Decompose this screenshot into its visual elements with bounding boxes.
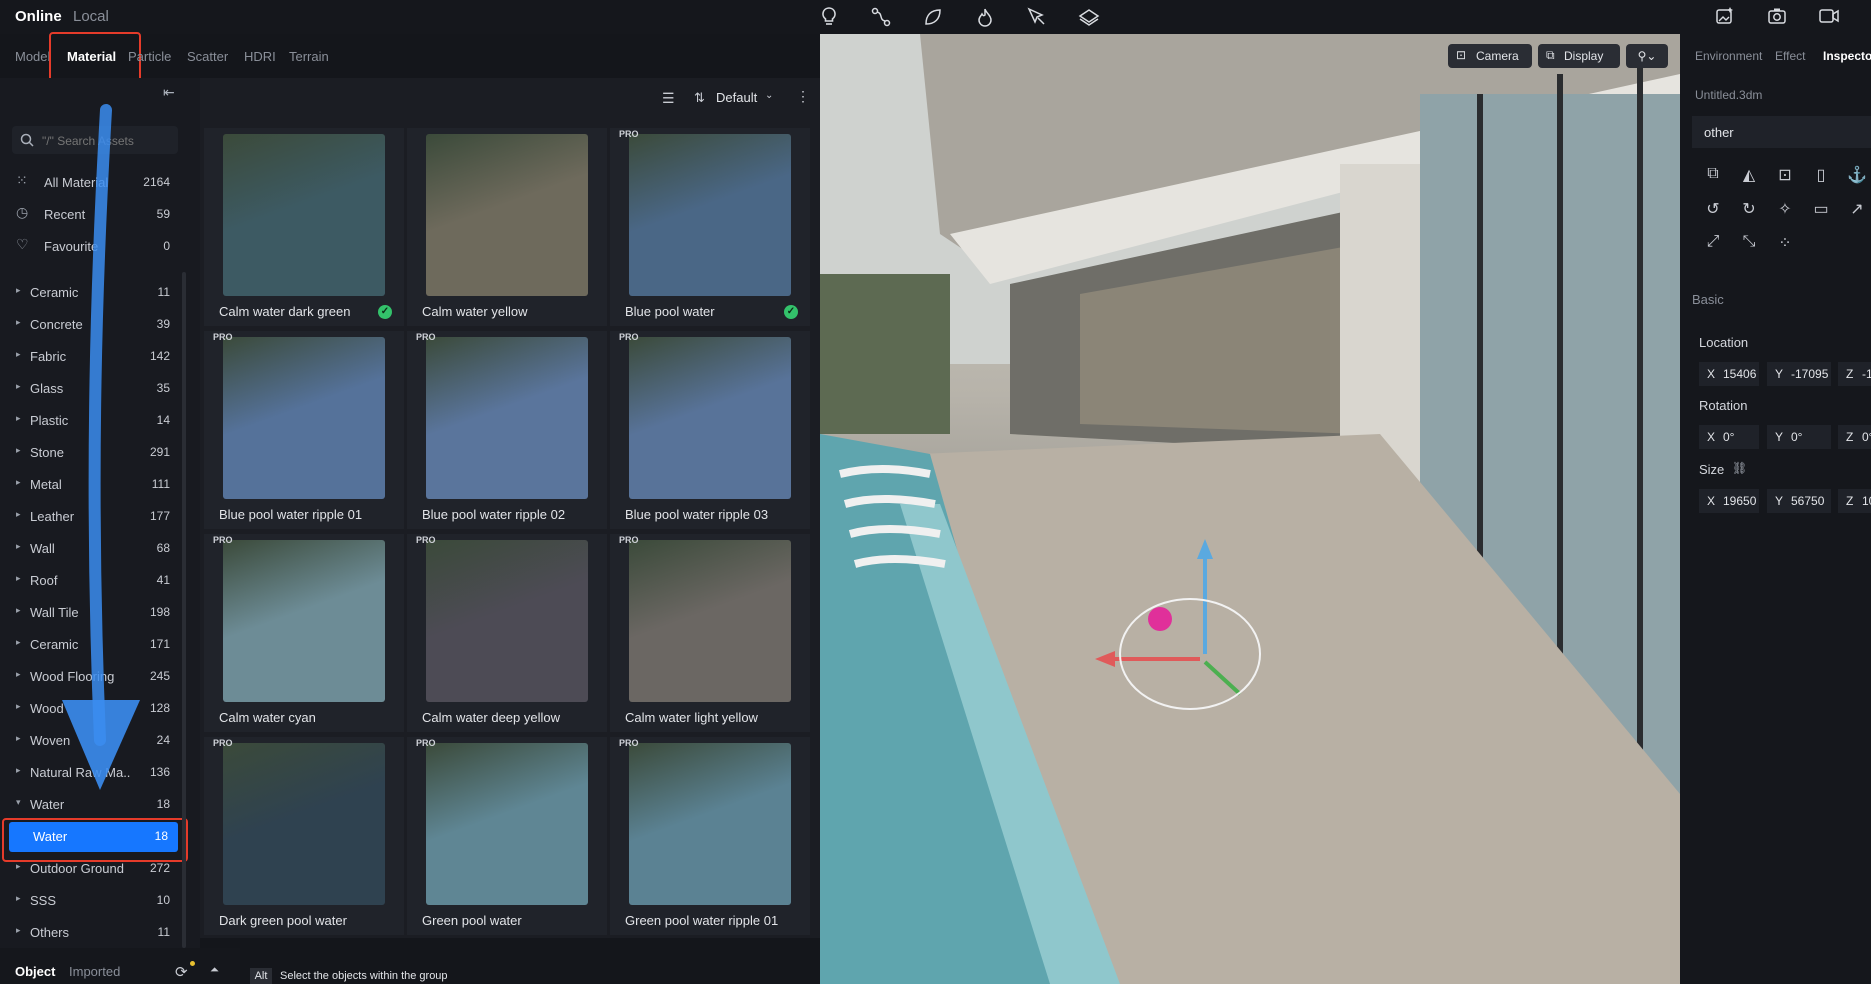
pro-badge: PRO (416, 738, 436, 748)
snap-dropdown[interactable]: ⚲⌄ (1626, 44, 1668, 68)
rotation-y-field[interactable]: Y 0° (1767, 425, 1831, 449)
annotation-arrow (62, 104, 140, 790)
focus-icon[interactable]: ⊡ (1775, 165, 1795, 185)
leaf-icon[interactable] (922, 6, 944, 28)
path-tool-icon[interactable] (870, 6, 892, 28)
material-thumbnail (426, 337, 588, 499)
ground-icon[interactable]: ⚓ (1847, 165, 1867, 185)
material-card[interactable]: Calm water yellow (407, 128, 607, 326)
material-thumbnail (629, 337, 791, 499)
3d-viewport[interactable] (820, 34, 1680, 984)
undo-icon[interactable]: ↺ (1703, 199, 1723, 219)
rotation-x-field[interactable]: X 0° (1699, 425, 1759, 449)
chevron-down-icon[interactable]: ⌄ (765, 90, 773, 101)
material-card[interactable]: Green pool water PRO (407, 737, 607, 935)
material-card[interactable]: Green pool water ripple 01 PRO (610, 737, 810, 935)
file-name: Untitled.3dm (1695, 88, 1763, 102)
shrink-icon[interactable]: ⤡ (1739, 233, 1759, 251)
material-name: Calm water deep yellow (422, 710, 561, 725)
pro-badge: PRO (416, 535, 436, 545)
lightbulb-icon[interactable] (818, 6, 840, 28)
material-name: Blue pool water ripple 02 (422, 507, 566, 522)
symmetry-icon[interactable]: ✧ (1775, 199, 1795, 219)
location-y-field[interactable]: Y -17095 (1767, 362, 1831, 386)
location-label: Location (1699, 335, 1749, 350)
size-x-field[interactable]: X 19650 (1699, 489, 1759, 513)
material-card[interactable]: Calm water deep yellow PRO (407, 534, 607, 732)
pro-badge: PRO (619, 129, 639, 139)
section-basic: Basic (1692, 292, 1724, 307)
material-thumbnail (426, 540, 588, 702)
material-card[interactable]: Blue pool water PRO ✓ (610, 128, 810, 326)
list-view-icon[interactable]: ☰ (662, 90, 675, 107)
camera-button-label: Camera (1476, 49, 1519, 63)
surface-icon[interactable] (1078, 6, 1100, 28)
scene-illustration (820, 34, 1680, 984)
video-icon[interactable] (1818, 5, 1840, 27)
material-card[interactable]: Blue pool water ripple 03 PRO (610, 331, 810, 529)
material-thumbnail (629, 540, 791, 702)
sort-icon: ⇅ (694, 90, 705, 105)
material-card[interactable]: Blue pool water ripple 02 PRO (407, 331, 607, 529)
lock-ratio-icon[interactable]: ⛓ (1732, 461, 1747, 475)
flame-icon[interactable] (974, 6, 996, 28)
size-label: Size (1699, 462, 1725, 477)
camera-icon[interactable] (1766, 5, 1788, 27)
material-name: Calm water yellow (422, 304, 528, 319)
material-name: Green pool water ripple 01 (625, 913, 779, 928)
render-image-icon[interactable] (1714, 5, 1736, 27)
rotation-z-field[interactable]: Z0° (1838, 425, 1871, 449)
pro-badge: PRO (619, 535, 639, 545)
material-name: Blue pool water (625, 304, 715, 319)
material-thumbnail (426, 743, 588, 905)
rotation-label: Rotation (1699, 398, 1748, 413)
scatter-icon[interactable]: ⁘ (1775, 233, 1795, 253)
location-x-field[interactable]: X 15406 (1699, 362, 1759, 386)
display-icon: ⧉ (1546, 48, 1555, 62)
material-thumbnail (629, 743, 791, 905)
camera-target-icon: ⊡ (1456, 48, 1467, 62)
display-button[interactable]: ⧉ Display (1538, 44, 1620, 68)
pro-badge: PRO (619, 738, 639, 748)
redo-icon[interactable]: ↻ (1739, 199, 1759, 219)
pen-tool-icon[interactable] (1026, 6, 1048, 28)
export-icon[interactable]: ↗ (1847, 199, 1867, 219)
scale-icon[interactable]: ⤢ (1703, 233, 1723, 251)
tab-effect[interactable]: Effect (1775, 49, 1805, 63)
material-thumbnail (426, 134, 588, 296)
object-name: other (1704, 125, 1734, 140)
downloaded-check-icon: ✓ (378, 305, 392, 319)
material-name: Blue pool water ripple 03 (625, 507, 769, 522)
sort-dropdown[interactable]: Default (716, 90, 757, 105)
tab-inspector[interactable]: Inspector (1823, 49, 1871, 63)
copy-icon[interactable]: ⧉ (1703, 165, 1723, 183)
hint-text: Select the objects within the group (280, 970, 448, 982)
material-name: Calm water light yellow (625, 710, 758, 725)
camera-button[interactable]: ⊡ Camera (1448, 44, 1532, 68)
pro-badge: PRO (416, 332, 436, 342)
object-name-field[interactable]: other (1692, 116, 1871, 148)
align-icon[interactable]: ▯ (1811, 165, 1831, 185)
material-card[interactable]: Calm water light yellow PRO (610, 534, 810, 732)
size-y-field[interactable]: Y 56750 (1767, 489, 1831, 513)
display-button-label: Display (1564, 49, 1604, 63)
tab-environment[interactable]: Environment (1695, 49, 1762, 63)
folder-icon[interactable]: ▭ (1811, 199, 1831, 219)
pro-badge: PRO (619, 332, 639, 342)
material-thumbnail (629, 134, 791, 296)
size-z-field[interactable]: Z10 (1838, 489, 1871, 513)
downloaded-check-icon: ✓ (784, 305, 798, 319)
more-options-icon[interactable]: ⋮ (796, 88, 810, 105)
location-z-field[interactable]: Z-18 (1838, 362, 1871, 386)
material-name: Green pool water (422, 913, 522, 928)
mirror-icon[interactable]: ◭ (1739, 165, 1759, 185)
